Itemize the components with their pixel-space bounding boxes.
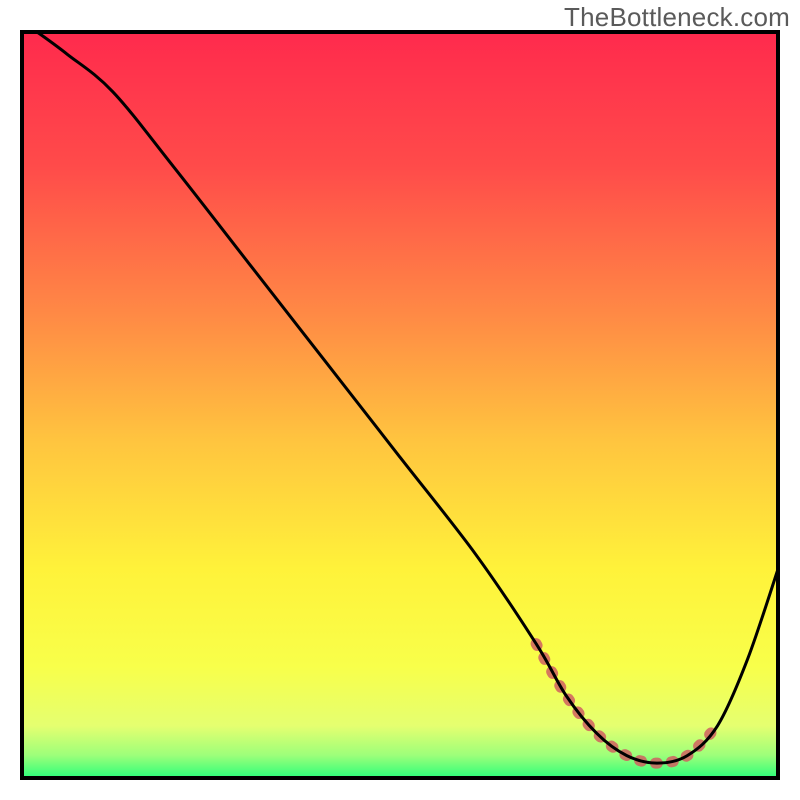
watermark-text: TheBottleneck.com xyxy=(564,2,790,33)
chart-container: { "watermark": "TheBottleneck.com", "cha… xyxy=(0,0,800,800)
plot-background xyxy=(22,32,778,778)
bottleneck-chart xyxy=(0,0,800,800)
